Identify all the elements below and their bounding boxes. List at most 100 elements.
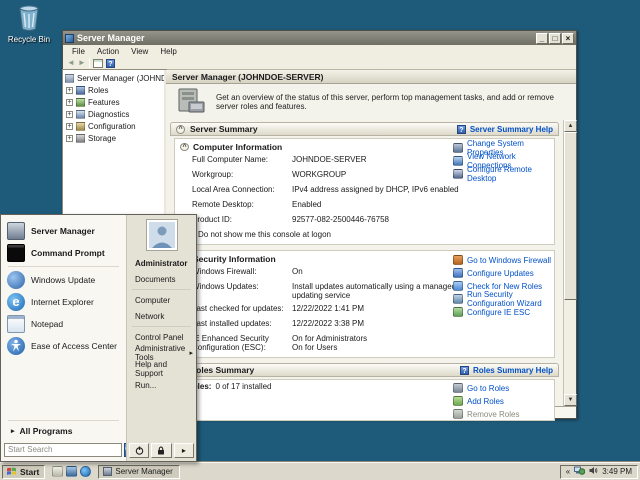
ease-of-access-icon [7,337,25,355]
tree-root-server-manager[interactable]: Server Manager (JOHNDOE-SERVER) [63,72,164,84]
remote-desktop-icon [453,169,463,179]
server-summary-section-header[interactable]: ^ Server Summary ? Server Summary Help [170,122,559,136]
roles-summary-section-header[interactable]: ^ Roles Summary ? Roles Summary Help [170,363,559,377]
remove-roles-link[interactable]: Remove Roles [453,409,519,419]
show-console-tree-icon[interactable] [93,59,103,68]
configure-remote-desktop-link[interactable]: Configure Remote Desktop [453,169,554,179]
start-button[interactable]: Start [2,465,45,479]
start-button-label: Start [20,467,39,477]
roles-icon [76,86,85,95]
show-desktop-icon[interactable] [52,466,63,477]
info-row: Local Area Connection: IPv4 address assi… [175,183,554,198]
start-item-run[interactable]: Run... [127,377,196,393]
menu-view[interactable]: View [126,46,153,57]
roles-summary-help-link[interactable]: Roles Summary Help [473,366,553,375]
expand-icon[interactable]: + [66,135,73,142]
menu-help[interactable]: Help [155,46,181,57]
volume-icon[interactable] [589,466,598,477]
tree-item-storage[interactable]: + Storage [63,132,164,144]
scrollbar-thumb[interactable] [564,132,577,300]
help-icon: ? [460,366,469,375]
computer-information-box: ^ Computer Information Full Computer Nam… [174,138,555,245]
expand-icon[interactable]: + [66,87,73,94]
menu-file[interactable]: File [67,46,90,57]
tree-item-configuration[interactable]: + Configuration [63,120,164,132]
server-manager-icon [7,222,25,240]
vertical-scrollbar[interactable]: ▲ ▼ [563,120,576,406]
all-programs-arrow-icon: ▸ [11,427,15,435]
configure-ie-esc-link[interactable]: Configure IE ESC [453,307,554,317]
close-button[interactable]: × [562,33,574,44]
all-programs-button[interactable]: ▸ All Programs [1,423,126,438]
taskbar: Start Server Manager « [0,462,640,480]
expand-icon[interactable]: + [66,111,73,118]
checkbox-label: Do not show me this console at logon [198,230,331,239]
minimize-button[interactable]: _ [536,33,548,44]
go-to-windows-firewall-link[interactable]: Go to Windows Firewall [453,255,554,265]
start-item-ease-of-access[interactable]: Ease of Access Center [1,335,126,357]
start-item-network[interactable]: Network [127,308,196,324]
overview-text: Get an overview of the status of this se… [216,93,562,111]
toolbar-separator [89,58,90,68]
tray-expand-chevron-icon[interactable]: « [566,467,570,476]
info-row: Product ID: 92577-082-2500446-76758 [175,213,554,228]
expand-icon[interactable]: + [66,123,73,130]
tree-item-features[interactable]: + Features [63,96,164,108]
scroll-up-icon[interactable]: ▲ [564,120,577,132]
network-connections-icon [453,156,463,166]
recycle-bin-icon [17,24,41,33]
title-bar[interactable]: Server Manager _ □ × [63,31,576,45]
network-icon[interactable] [574,466,585,477]
firewall-icon [453,255,463,265]
internet-explorer-icon: e [7,293,25,311]
go-to-roles-link[interactable]: Go to Roles [453,383,519,393]
start-item-command-prompt[interactable]: Command Prompt [1,242,126,264]
start-item-server-manager[interactable]: Server Manager [1,220,126,242]
start-item-help-and-support[interactable]: Help and Support [127,361,196,377]
submenu-arrow-icon: ▸ [189,349,193,357]
tree-item-roles[interactable]: + Roles [63,84,164,96]
server-summary-help-link[interactable]: Server Summary Help [470,125,553,134]
clock[interactable]: 3:49 PM [602,467,632,476]
maximize-button[interactable]: □ [549,33,561,44]
recycle-bin-label: Recycle Bin [6,35,52,44]
configure-updates-link[interactable]: Configure Updates [453,268,554,278]
internet-explorer-icon[interactable] [80,466,91,477]
help-icon[interactable]: ? [106,59,115,68]
collapse-icon[interactable]: ^ [180,143,189,151]
back-icon[interactable]: ◄ [67,58,75,68]
menu-action[interactable]: Action [92,46,124,57]
info-row: Last installed updates: 12/22/2022 3:38 … [175,317,554,332]
windows-flag-icon [6,466,17,478]
start-search-input[interactable] [4,443,122,457]
user-avatar[interactable] [147,220,177,250]
expand-icon[interactable]: + [66,99,73,106]
add-roles-link[interactable]: Add Roles [453,396,519,406]
shutdown-options-arrow-icon[interactable]: ▸ [174,443,194,458]
start-menu-left-column: Server Manager Command Prompt Windows Up… [1,215,126,461]
start-item-control-panel[interactable]: Control Panel [127,329,196,345]
recycle-bin[interactable]: Recycle Bin [6,5,52,44]
start-item-internet-explorer[interactable]: e Internet Explorer [1,291,126,313]
start-item-computer[interactable]: Computer [127,292,196,308]
window-switcher-icon[interactable] [66,466,77,477]
start-item-user-name[interactable]: Administrator [127,255,196,271]
start-menu-right-column: Administrator Documents Computer Network… [126,215,196,461]
taskbar-button-server-manager[interactable]: Server Manager [98,465,180,479]
overview-banner: Get an overview of the status of this se… [166,84,576,120]
start-menu-separator [132,289,191,290]
start-item-windows-update[interactable]: Windows Update [1,269,126,291]
forward-icon[interactable]: ► [78,58,86,68]
power-button[interactable] [129,443,149,458]
start-menu-separator [132,326,191,327]
tree-item-diagnostics[interactable]: + Diagnostics [63,108,164,120]
start-item-notepad[interactable]: Notepad [1,313,126,335]
start-item-administrative-tools[interactable]: Administrative Tools ▸ [127,345,196,361]
collapse-icon[interactable]: ^ [176,125,185,134]
scroll-down-icon[interactable]: ▼ [564,394,577,406]
lock-button[interactable] [151,443,171,458]
toolbar: ◄ ► ? [63,57,576,70]
roles-summary-box: Roles: 0 of 17 installed Go to Roles [174,379,555,421]
start-item-documents[interactable]: Documents [127,271,196,287]
run-security-configuration-wizard-link[interactable]: Run Security Configuration Wizard [453,294,554,304]
